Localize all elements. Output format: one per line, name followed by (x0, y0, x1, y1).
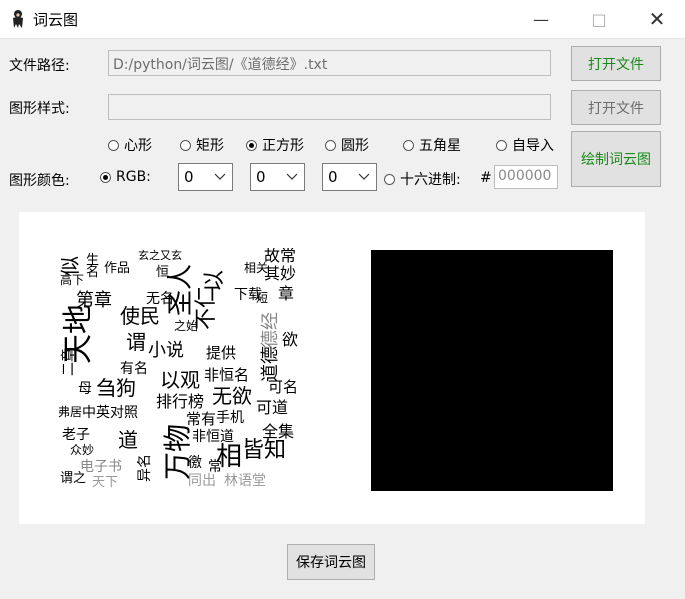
wc-word: 可名 (268, 378, 299, 396)
wc-word: 非恒名 (204, 366, 250, 384)
wc-word: 相关 (244, 261, 269, 275)
wc-word: 同出 (188, 473, 216, 489)
radio-dot (325, 139, 336, 151)
open-style-file-button[interactable]: 打开文件 (571, 90, 661, 125)
open-file-button[interactable]: 打开文件 (571, 46, 661, 81)
wc-word: 万物 (161, 423, 194, 480)
chevron-down-icon (358, 173, 370, 180)
wc-word: 不仁 (194, 285, 219, 330)
hex-input[interactable]: 000000 (494, 165, 558, 189)
ink-figure-icon (13, 10, 23, 28)
shape-radio-custom[interactable]: 自导入 (496, 135, 554, 155)
wc-word: 欲 (282, 330, 299, 349)
radio-dot (180, 139, 191, 151)
wc-word: 德经 (260, 312, 281, 348)
wc-word: 非恒道 (192, 429, 234, 445)
radio-dot (108, 139, 119, 151)
radio-dot (384, 173, 395, 185)
shape-radio-circle[interactable]: 圆形 (325, 135, 369, 155)
wc-word: 谓 (126, 330, 146, 354)
wc-word: 常 (208, 459, 222, 475)
green-select[interactable]: 0 (250, 163, 305, 191)
color-mode-hex[interactable]: 十六进制: (384, 169, 461, 189)
wc-word: 电子书 (80, 459, 122, 475)
wc-word: 全集 (262, 422, 295, 441)
wc-word: 提供 (206, 344, 237, 362)
style-field[interactable] (108, 94, 551, 120)
wc-word: 道 (118, 428, 138, 452)
chevron-down-icon (286, 173, 298, 180)
shape-radio-heart[interactable]: 心形 (108, 135, 152, 155)
radio-dot-selected (100, 171, 111, 183)
wc-word: 排行榜 (156, 392, 205, 411)
wc-word: 刍狗 (96, 376, 136, 400)
hash-label: # (480, 170, 492, 186)
radio-dot-selected (246, 139, 257, 151)
window-title: 词云图 (33, 11, 79, 29)
blue-select[interactable]: 0 (322, 163, 377, 191)
color-label: 图形颜色: (9, 173, 70, 189)
wc-word: 皆知 (242, 438, 287, 463)
path-label: 文件路径: (9, 58, 70, 74)
wc-word: 手机 (216, 410, 244, 426)
wc-word: 其妙 (264, 264, 297, 283)
chevron-down-icon (214, 173, 226, 180)
wc-word: 异名 (137, 454, 153, 482)
wc-word: 二章 (61, 348, 77, 376)
wc-word: 中英对照 (82, 405, 138, 421)
wc-word: 徼 (188, 455, 202, 471)
wc-word: 高下 (60, 273, 85, 287)
wc-word: 道德 (260, 346, 281, 382)
wc-word: 玄之又玄 (138, 249, 182, 262)
path-field[interactable]: D:/python/词云图/《道德经》.txt (108, 50, 551, 76)
wordcloud-image: 天地 万物 圣人 不仁 以 似 第章 使民 刍狗 道 相 皆知 小说 谓 以观 … (56, 248, 306, 490)
wc-word: 短 (256, 291, 269, 305)
save-wordcloud-button[interactable]: 保存词云图 (287, 544, 375, 580)
shape-radio-rect[interactable]: 矩形 (180, 135, 224, 155)
shape-radio-star[interactable]: 五角星 (403, 135, 461, 155)
wc-word: 有名 (120, 361, 148, 377)
wc-word: 以观 (160, 368, 200, 392)
wc-word: 使民 (120, 304, 160, 328)
wc-word: 母 (78, 381, 92, 397)
red-select[interactable]: 0 (178, 163, 233, 191)
wc-word: 故常 (264, 248, 297, 265)
wc-word: 作品 (104, 261, 131, 276)
minimize-icon[interactable]: — (518, 0, 564, 38)
wc-word: 圣人 (166, 263, 196, 316)
shape-radio-square[interactable]: 正方形 (246, 135, 304, 155)
radio-dot (403, 139, 414, 151)
style-label: 图形样式: (9, 101, 70, 117)
wc-word: 林语堂 (224, 473, 266, 489)
wc-word: 之始 (174, 319, 199, 333)
color-preview-box (371, 250, 613, 491)
wc-word: 老子 (62, 427, 90, 443)
wc-word: 弗居 (58, 405, 83, 419)
wc-word: 以 (202, 269, 227, 292)
draw-wordcloud-button[interactable]: 绘制词云图 (571, 131, 661, 187)
title-bar: 词云图 — □ ✕ (0, 0, 685, 39)
close-icon[interactable]: ✕ (634, 0, 680, 38)
wc-word: 众妙 (70, 443, 95, 457)
wc-word: 章 (278, 284, 295, 303)
wc-word: 常有 (186, 410, 217, 428)
wc-word: 可道 (256, 398, 289, 417)
wc-word: 第章 (76, 290, 112, 311)
wc-word: 天下 (92, 475, 119, 490)
radio-dot (496, 139, 507, 151)
wc-word: 谓之 (60, 471, 87, 486)
wc-word: 生 (86, 253, 100, 268)
maximize-icon[interactable]: □ (576, 0, 622, 38)
wc-word: 无欲 (212, 384, 252, 408)
wc-word: 小说 (148, 340, 184, 361)
color-mode-rgb[interactable]: RGB: (100, 169, 151, 185)
wc-word: 恒 (156, 265, 170, 280)
wc-word: 无名 (146, 291, 174, 307)
